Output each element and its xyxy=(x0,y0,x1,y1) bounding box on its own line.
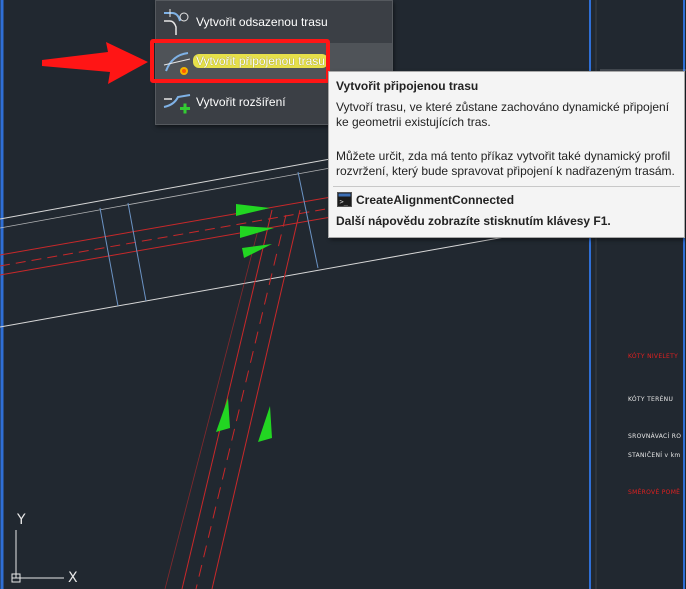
profile-label-staniceni: STANIČENÍ v km xyxy=(628,452,681,459)
ucs-x-label: X xyxy=(68,570,78,586)
ucs-y-label: Y xyxy=(16,512,26,528)
menu-item-label: Vytvořit rozšíření xyxy=(196,95,286,109)
menu-item-offset-alignment[interactable]: Vytvořit odsazenou trasu xyxy=(156,3,392,41)
svg-text:>_: >_ xyxy=(340,198,349,206)
direction-arrow-5 xyxy=(258,406,272,442)
connected-edge-left[interactable] xyxy=(181,209,273,589)
connected-edge-left-2[interactable] xyxy=(164,229,259,589)
direction-arrow-3 xyxy=(242,244,272,258)
menu-item-label: Vytvořit připojenou trasu xyxy=(193,54,328,68)
direction-arrow-1 xyxy=(236,204,270,216)
direction-arrow-4 xyxy=(216,398,230,432)
profile-label-smerove: SMĚROVÉ POMĚ xyxy=(628,489,681,496)
profile-label-niveleta: KÓTY NIVELETY xyxy=(628,353,679,360)
tooltip-description: Vytvoří trasu, ve které zůstane zachován… xyxy=(336,100,670,129)
tooltip-title: Vytvořit připojenou trasu xyxy=(336,79,479,93)
connected-centerline[interactable] xyxy=(195,214,287,589)
tooltip-detail: Můžete určit, zda má tento příkaz vytvoř… xyxy=(336,149,675,178)
command-line-icon: >_ xyxy=(337,192,352,207)
connected-edge-right[interactable] xyxy=(211,209,301,589)
command-tooltip: Vytvořit připojenou trasu Vytvoří trasu,… xyxy=(328,71,685,238)
direction-arrow-2 xyxy=(240,226,274,238)
profile-label-teren: KÓTY TERÉNU xyxy=(628,396,674,403)
menu-item-label: Vytvořit odsazenou trasu xyxy=(196,15,328,29)
tooltip-command-name: CreateAlignmentConnected xyxy=(356,193,515,207)
tooltip-separator xyxy=(333,186,680,187)
tooltip-help-text: Další nápovědu zobrazíte stisknutím kláv… xyxy=(336,214,611,228)
profile-label-srovnavaci: SROVNÁVACÍ RO xyxy=(628,433,682,440)
widening-icon xyxy=(163,94,191,114)
connected-alignment-icon xyxy=(163,52,191,75)
offset-alignment-icon xyxy=(164,9,189,35)
callout-arrow xyxy=(42,42,148,84)
